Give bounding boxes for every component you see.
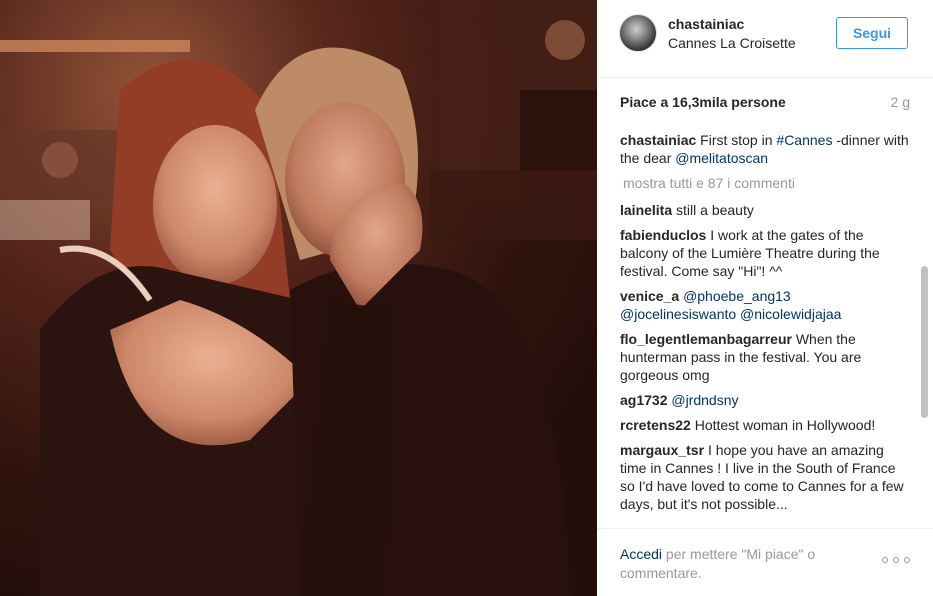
comment-mention[interactable]: @jrdndsny [671,392,738,408]
dot [882,557,888,563]
photo-image [0,0,597,596]
comment-item: flo_legentlemanbagarreur When the hunter… [620,330,910,384]
login-prompt: Accedi per mettere "Mi piace" o commenta… [620,545,850,583]
comment-item: margaux_tsr I hope you have an amazing t… [620,441,910,513]
post-photo[interactable] [0,0,597,596]
username[interactable]: chastainiac [668,16,744,32]
follow-button[interactable]: Segui [836,17,908,49]
caption-text-start: First stop in [700,132,777,148]
show-all-comments-link[interactable]: mostra tutti e 87 i commenti [623,174,910,192]
likes-row: Piace a 16,3mila persone 2 g [620,94,910,112]
comment-item: lainelita still a beauty [620,201,910,219]
comment-user[interactable]: flo_legentlemanbagarreur [620,331,792,347]
post-footer: Accedi per mettere "Mi piace" o commenta… [597,528,933,596]
scrollbar-thumb[interactable] [921,266,928,418]
dot [904,557,910,563]
comment-user[interactable]: fabienduclos [620,227,706,243]
post-header: chastainiac Cannes La Croisette Segui [597,0,933,78]
comment-user[interactable]: venice_a [620,288,679,304]
comment-user[interactable]: margaux_tsr [620,442,704,458]
dot [893,557,899,563]
comment-user[interactable]: ag1732 [620,392,667,408]
post-sidebar: chastainiac Cannes La Croisette Segui Pi… [597,0,933,596]
comments-scrollbar[interactable] [920,130,928,528]
comments-list: chastainiac First stop in #Cannes -dinne… [620,131,910,526]
likes-count[interactable]: Piace a 16,3mila persone [620,94,786,110]
caption-mention[interactable]: @melitatoscan [675,150,768,166]
comment-text: still a beauty [676,202,754,218]
ellipsis-icon[interactable] [882,553,910,567]
caption-hashtag[interactable]: #Cannes [776,132,832,148]
caption: chastainiac First stop in #Cannes -dinne… [620,131,910,167]
caption-user[interactable]: chastainiac [620,132,696,148]
location[interactable]: Cannes La Croisette [668,35,796,51]
comment-item: fabienduclos I work at the gates of the … [620,226,910,280]
comment-text: Hottest woman in Hollywood! [694,417,876,433]
comment-item: venice_a @phoebe_ang13 @jocelinesiswanto… [620,287,910,323]
comment-item: rcretens22 Hottest woman in Hollywood! [620,416,910,434]
post-time[interactable]: 2 g [891,94,910,110]
comment-user[interactable]: lainelita [620,202,672,218]
login-link[interactable]: Accedi [620,546,662,562]
comment-user[interactable]: rcretens22 [620,417,691,433]
avatar[interactable] [619,14,657,52]
comment-item: ag1732 @jrdndsny [620,391,910,409]
